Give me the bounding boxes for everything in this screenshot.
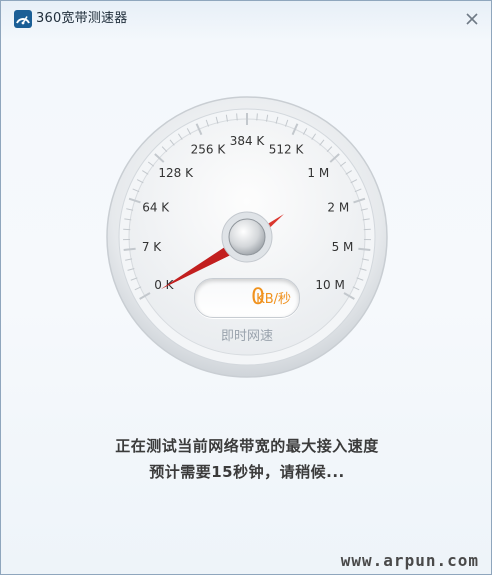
status-line-2: 预计需要15秒钟，请稍候... xyxy=(149,463,345,481)
scale-label: 0 K xyxy=(154,278,174,292)
major-tick xyxy=(358,247,371,251)
scale-label: 7 K xyxy=(142,240,162,254)
scale-label: 256 K xyxy=(191,142,227,156)
scale-label: 2 M xyxy=(327,200,349,214)
minor-tick xyxy=(236,113,238,121)
minor-tick xyxy=(256,113,258,121)
gauge-hub xyxy=(228,218,266,256)
scale-label: 512 K xyxy=(269,142,305,156)
scale-label: 384 K xyxy=(230,134,266,148)
scale-label: 5 M xyxy=(332,240,354,254)
gauge-caption: 即时网速 xyxy=(220,329,273,344)
speed-unit: KB/秒 xyxy=(256,292,291,307)
scale-label: 10 M xyxy=(315,278,344,292)
scale-label: 64 K xyxy=(142,200,170,214)
watermark: www.arpun.com xyxy=(340,551,479,570)
scale-label: 1 M xyxy=(307,166,329,180)
major-tick xyxy=(123,247,136,251)
speed-test-window: 360宽带测速器 0 K 7 K 64 K 128 K 256 K 384 K … xyxy=(0,0,492,575)
scale-label: 128 K xyxy=(158,166,194,180)
status-line-1: 正在测试当前网络带宽的最大接入速度 xyxy=(115,437,379,455)
speed-readout: 0 KB/秒 xyxy=(194,278,300,318)
